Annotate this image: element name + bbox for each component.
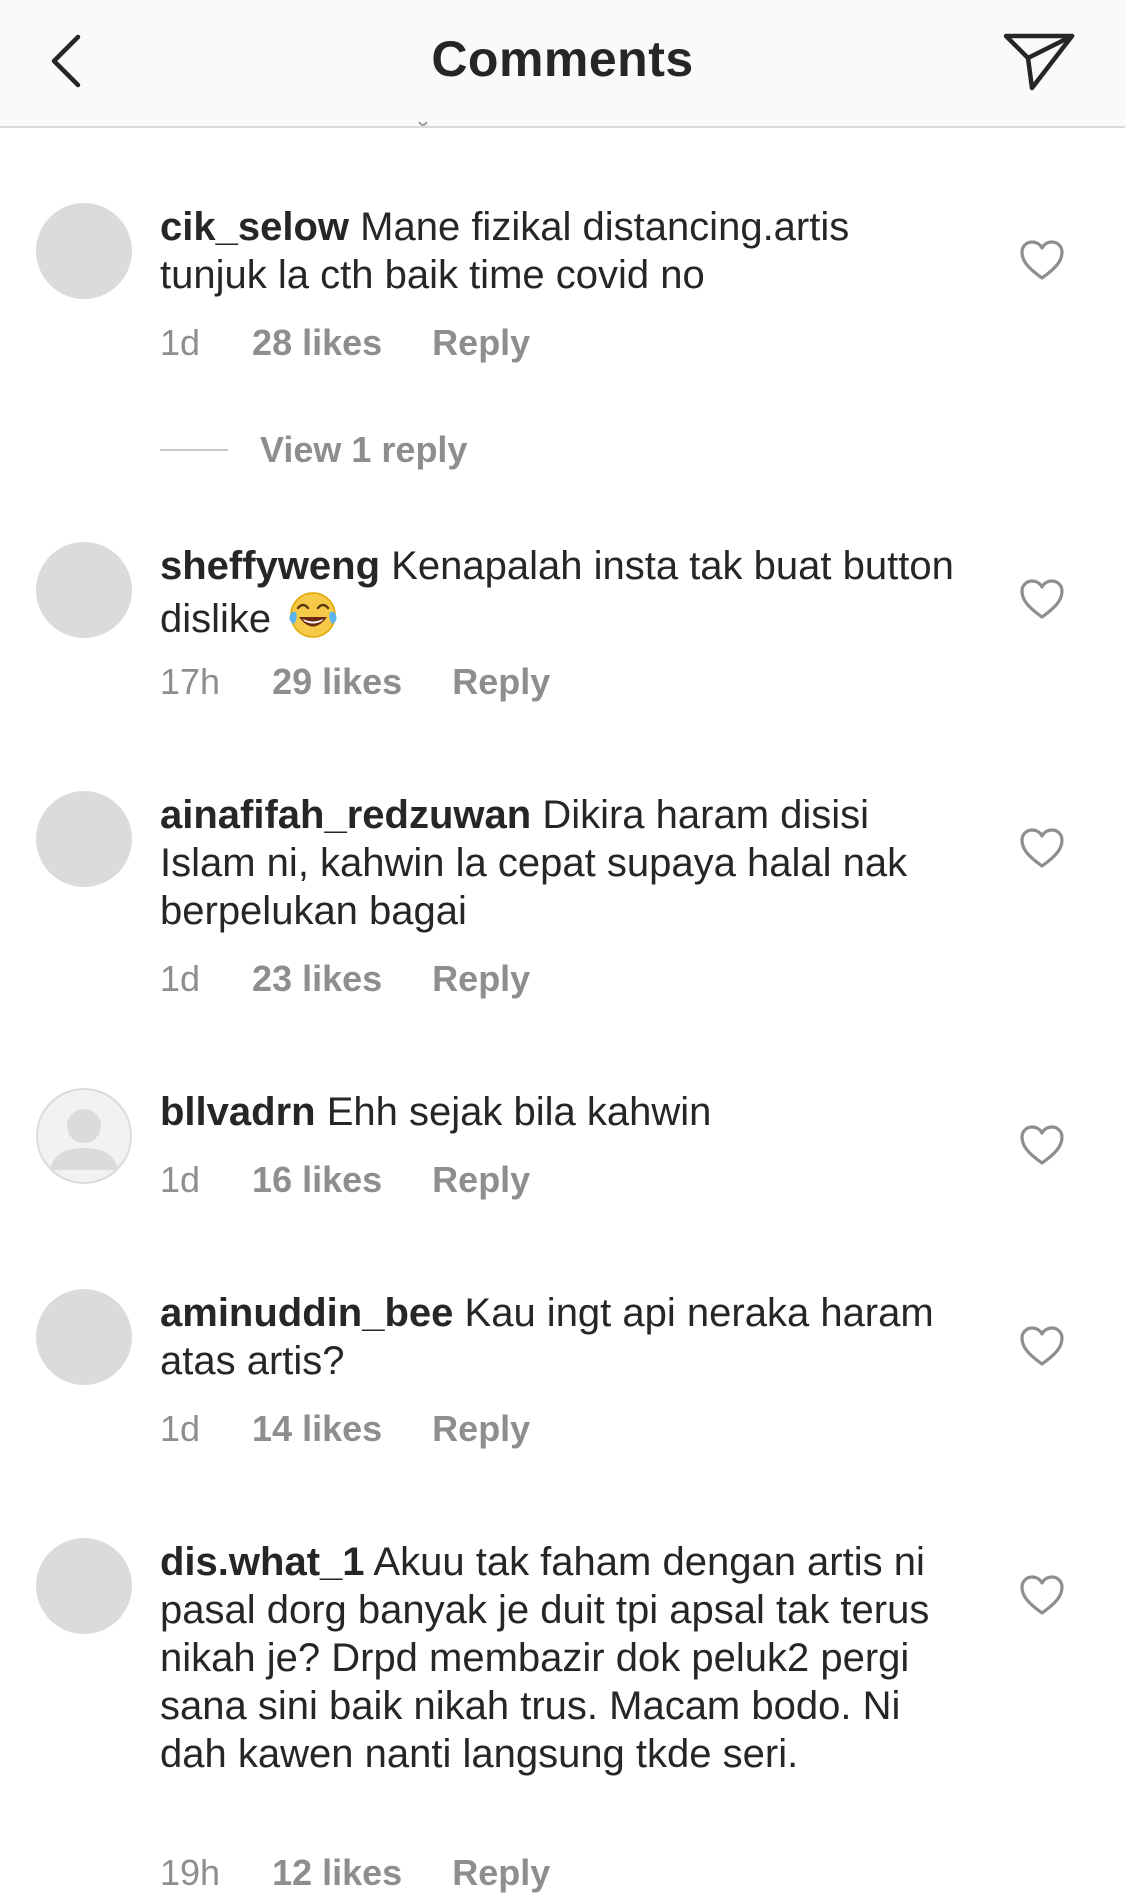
- avatar[interactable]: [36, 1289, 132, 1385]
- comment-text: dis.what_1 Akuu tak faham dengan artis n…: [160, 1538, 960, 1778]
- divider: [160, 449, 228, 451]
- view-replies-label: View 1 reply: [260, 429, 468, 470]
- comment-time: 19h: [160, 1852, 221, 1893]
- like-heart-icon[interactable]: [1018, 1573, 1066, 1617]
- reply-button[interactable]: Reply: [432, 322, 530, 364]
- likes-count[interactable]: 14 likes: [252, 1408, 382, 1450]
- comment-meta: 1d 28 likes Reply: [160, 322, 530, 364]
- comment-text: cik_selow Mane fizikal distancing.artis …: [160, 203, 960, 299]
- reply-button[interactable]: Reply: [432, 958, 530, 1000]
- comment-username[interactable]: sheffyweng: [160, 544, 380, 588]
- avatar[interactable]: [36, 1088, 132, 1184]
- likes-count[interactable]: 12 likes: [272, 1852, 402, 1894]
- comment-time: 17h: [160, 661, 221, 702]
- likes-count[interactable]: 16 likes: [252, 1159, 382, 1201]
- like-heart-icon[interactable]: [1018, 238, 1066, 282]
- comment-time: 1d: [160, 322, 201, 363]
- view-replies-button[interactable]: View 1 reply: [160, 429, 467, 471]
- paper-plane-icon: [1003, 33, 1075, 91]
- comment-meta: 1d 14 likes Reply: [160, 1408, 530, 1450]
- avatar[interactable]: [36, 203, 132, 299]
- reply-button[interactable]: Reply: [452, 1852, 550, 1894]
- likes-count[interactable]: 28 likes: [252, 322, 382, 364]
- comment-text: aminuddin_bee Kau ingt api neraka haram …: [160, 1289, 960, 1385]
- likes-count[interactable]: 29 likes: [272, 661, 402, 703]
- comment-meta: 19h 12 likes Reply: [160, 1852, 550, 1894]
- comment-meta: 1d 23 likes Reply: [160, 958, 530, 1000]
- face-with-tears-of-joy-icon: [289, 592, 337, 638]
- comment-username[interactable]: ainafifah_redzuwan: [160, 793, 531, 837]
- like-heart-icon[interactable]: [1018, 1123, 1066, 1167]
- scroll-edge-mark: [418, 122, 428, 126]
- comment-meta: 17h 29 likes Reply: [160, 661, 550, 703]
- comment-time: 1d: [160, 958, 201, 999]
- comment-username[interactable]: cik_selow: [160, 205, 349, 249]
- reply-button[interactable]: Reply: [452, 661, 550, 703]
- direct-share-button[interactable]: [999, 26, 1079, 96]
- comment-username[interactable]: aminuddin_bee: [160, 1291, 453, 1335]
- comment-body: Ehh sejak bila kahwin: [326, 1090, 712, 1134]
- reply-button[interactable]: Reply: [432, 1408, 530, 1450]
- likes-count[interactable]: 23 likes: [252, 958, 382, 1000]
- top-navigation-bar: Comments: [0, 0, 1125, 128]
- avatar[interactable]: [36, 1538, 132, 1634]
- avatar[interactable]: [36, 791, 132, 887]
- comment-meta: 1d 16 likes Reply: [160, 1159, 530, 1201]
- comment-time: 1d: [160, 1159, 201, 1200]
- page-title: Comments: [431, 31, 694, 87]
- comment-time: 1d: [160, 1408, 201, 1449]
- default-avatar-icon: [50, 1109, 118, 1170]
- comment-text: bllvadrn Ehh sejak bila kahwin: [160, 1088, 960, 1136]
- comment-username[interactable]: dis.what_1: [160, 1540, 365, 1584]
- comment-text: sheffyweng Kenapalah insta tak buat butt…: [160, 542, 960, 643]
- like-heart-icon[interactable]: [1018, 1324, 1066, 1368]
- comment-username[interactable]: bllvadrn: [160, 1090, 316, 1134]
- comment-text: ainafifah_redzuwan Dikira haram disisi I…: [160, 791, 960, 935]
- like-heart-icon[interactable]: [1018, 826, 1066, 870]
- avatar[interactable]: [36, 542, 132, 638]
- reply-button[interactable]: Reply: [432, 1159, 530, 1201]
- like-heart-icon[interactable]: [1018, 577, 1066, 621]
